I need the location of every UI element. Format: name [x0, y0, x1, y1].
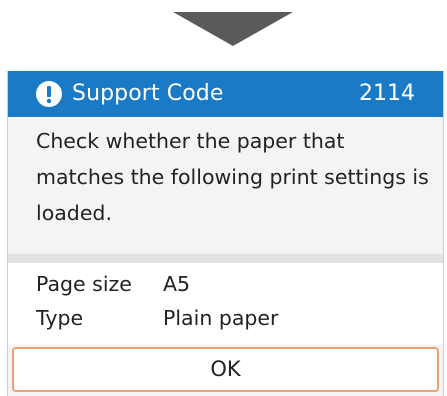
printer-screen: Support Code 2114 Check whether the pape… [0, 0, 447, 396]
setting-row-type: Type Plain paper [36, 302, 278, 334]
setting-value: A5 [163, 272, 191, 296]
support-code-number: 2114 [359, 81, 415, 106]
setting-label: Type [36, 306, 84, 330]
print-settings: Page size A5 Type Plain paper [8, 263, 443, 345]
dialog-message: Check whether the paper that matches the… [36, 129, 429, 225]
setting-label: Page size [36, 272, 132, 296]
down-arrow-icon [173, 12, 293, 46]
dialog-header: Support Code 2114 [8, 71, 443, 117]
dialog-title: Support Code [72, 81, 224, 106]
setting-row-page-size: Page size A5 [36, 268, 190, 300]
setting-value: Plain paper [163, 306, 279, 330]
section-divider [8, 254, 443, 263]
support-code-dialog: Support Code 2114 Check whether the pape… [7, 71, 444, 396]
exclamation-icon [36, 81, 62, 107]
ok-button[interactable]: OK [12, 347, 439, 392]
